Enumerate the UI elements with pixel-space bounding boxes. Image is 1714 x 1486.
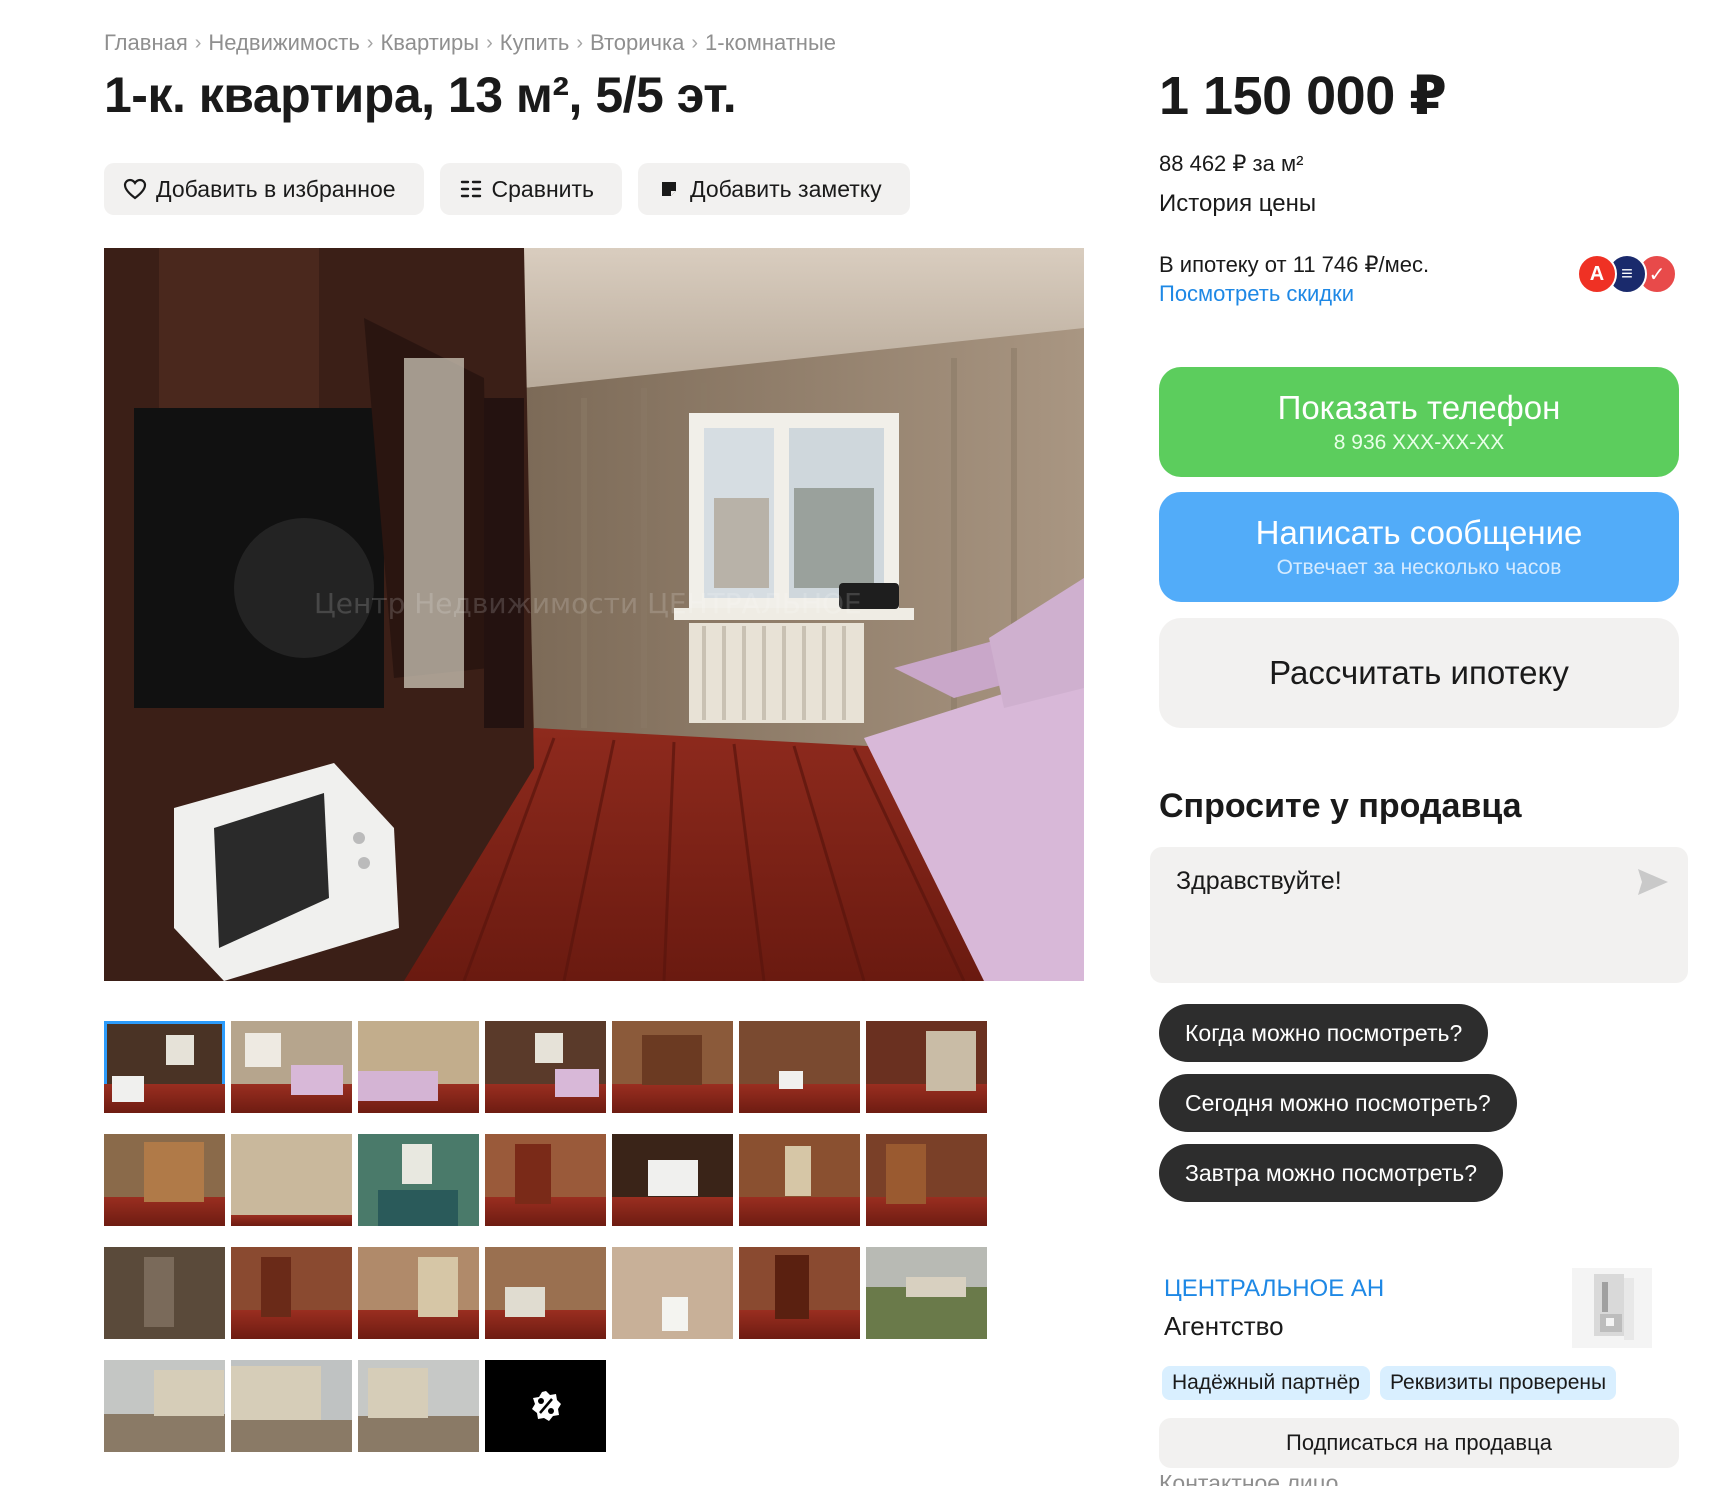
thumbnail[interactable]	[739, 1134, 860, 1226]
response-time-text: Отвечает за несколько часов	[1276, 556, 1562, 579]
thumbnail[interactable]	[739, 1021, 860, 1113]
breadcrumb-item-realty[interactable]: Недвижимость	[208, 30, 359, 56]
thumbnail[interactable]	[866, 1134, 987, 1226]
reliable-partner-badge: Надёжный партнёр	[1162, 1366, 1370, 1400]
thumbnail[interactable]	[104, 1021, 225, 1113]
heart-icon	[122, 176, 148, 202]
compare-label: Сравнить	[491, 175, 595, 202]
ask-seller-message-box[interactable]: Здравствуйте!	[1150, 847, 1688, 983]
verified-requisites-badge: Реквизиты проверены	[1379, 1366, 1617, 1400]
listing-actions: Добавить в избранное Сравнить Добавить з…	[104, 163, 910, 215]
message-input-text[interactable]: Здравствуйте!	[1176, 867, 1342, 896]
chevron-right-icon: ›	[576, 31, 584, 54]
thumbnail[interactable]	[231, 1134, 352, 1226]
thumbnail-row	[104, 1021, 1004, 1113]
thumbnail-grid	[104, 1021, 1004, 1473]
seller-type: Агентство	[1164, 1311, 1284, 1341]
alfa-bank-logo: A	[1577, 254, 1617, 294]
thumbnail[interactable]	[866, 1247, 987, 1339]
thumbnail-row	[104, 1134, 1004, 1226]
breadcrumb-item-one-room[interactable]: 1-комнатные	[705, 30, 836, 56]
watermark-text: Центр Недвижимости ЦЕНТРАЛЬНОЕ	[314, 587, 862, 620]
thumbnail[interactable]	[231, 1247, 352, 1339]
thumbnail[interactable]	[104, 1247, 225, 1339]
note-icon	[656, 176, 682, 202]
room-photo-image: Центр Недвижимости ЦЕНТРАЛЬНОЕ	[104, 248, 1084, 981]
thumbnail[interactable]	[358, 1021, 479, 1113]
contact-person-label: Контактное лицо	[1159, 1470, 1339, 1486]
thumbnail[interactable]	[739, 1247, 860, 1339]
send-icon[interactable]	[1636, 867, 1670, 897]
breadcrumb-item-apartments[interactable]: Квартиры	[380, 30, 479, 56]
page-title: 1-к. квартира, 13 м², 5/5 эт.	[104, 67, 737, 123]
show-phone-label: Показать телефон	[1277, 389, 1561, 426]
write-message-button[interactable]: Написать сообщение Отвечает за несколько…	[1159, 492, 1679, 602]
thumbnail[interactable]	[485, 1247, 606, 1339]
add-to-favorites-button[interactable]: Добавить в избранное	[104, 163, 424, 215]
subscribe-to-seller-button[interactable]: Подписаться на продавца	[1159, 1418, 1679, 1468]
breadcrumb: Главная › Недвижимость › Квартиры › Купи…	[104, 30, 836, 56]
price-per-m2: 88 462 ₽ за м²	[1159, 151, 1304, 176]
quick-question-chip[interactable]: Сегодня можно посмотреть?	[1159, 1074, 1517, 1132]
write-message-label: Написать сообщение	[1255, 514, 1583, 551]
thumbnail[interactable]	[358, 1360, 479, 1452]
thumbnail[interactable]	[612, 1021, 733, 1113]
mortgage-offer-text: В ипотеку от 11 746 ₽/мес.	[1159, 252, 1430, 277]
thumbnail[interactable]	[104, 1134, 225, 1226]
thumbnail[interactable]	[231, 1021, 352, 1113]
chevron-right-icon: ›	[486, 31, 493, 54]
thumbnail-row	[104, 1360, 1004, 1452]
chevron-right-icon: ›	[194, 31, 202, 54]
thumbnail[interactable]	[231, 1360, 352, 1452]
quick-question-chip[interactable]: Когда можно посмотреть?	[1159, 1004, 1489, 1062]
quick-questions: Когда можно посмотреть? Сегодня можно по…	[1159, 1004, 1517, 1214]
breadcrumb-item-buy[interactable]: Купить	[500, 30, 570, 56]
thumbnail[interactable]	[612, 1247, 733, 1339]
main-photo[interactable]: Центр Недвижимости ЦЕНТРАЛЬНОЕ	[104, 248, 1084, 981]
seller-name-link[interactable]: ЦЕНТРАЛЬНОЕ АН	[1164, 1275, 1384, 1303]
calculate-mortgage-button[interactable]: Рассчитать ипотеку	[1159, 618, 1679, 728]
seller-logo[interactable]	[1572, 1268, 1652, 1348]
chevron-right-icon: ›	[691, 31, 699, 54]
thumbnail[interactable]	[612, 1134, 733, 1226]
more-photos-button[interactable]	[485, 1360, 606, 1452]
phone-number-masked: 8 936 XXX-XX-XX	[1333, 431, 1505, 454]
compare-icon	[458, 176, 484, 202]
calculate-mortgage-label: Рассчитать ипотеку	[1269, 654, 1569, 691]
seller-badges: Надёжный партнёр Реквизиты проверены	[1162, 1366, 1617, 1400]
quick-question-chip[interactable]: Завтра можно посмотреть?	[1159, 1144, 1504, 1202]
price-history-link[interactable]: История цены	[1159, 190, 1316, 218]
key-logo-icon	[1594, 1274, 1634, 1340]
thumbnail[interactable]	[485, 1134, 606, 1226]
price-total: 1 150 000 ₽	[1159, 66, 1447, 126]
breadcrumb-item-secondary[interactable]: Вторичка	[590, 30, 684, 56]
percent-badge-icon	[531, 1391, 561, 1421]
thumbnail[interactable]	[358, 1134, 479, 1226]
add-to-favorites-label: Добавить в избранное	[156, 175, 396, 202]
breadcrumb-item-home[interactable]: Главная	[104, 30, 188, 56]
ask-seller-title: Спросите у продавца	[1159, 787, 1522, 825]
compare-button[interactable]: Сравнить	[439, 163, 623, 215]
add-note-label: Добавить заметку	[690, 175, 882, 202]
chevron-right-icon: ›	[366, 31, 374, 54]
show-phone-button[interactable]: Показать телефон 8 936 XXX-XX-XX	[1159, 367, 1679, 477]
add-note-button[interactable]: Добавить заметку	[638, 163, 910, 215]
thumbnail[interactable]	[104, 1360, 225, 1452]
thumbnail[interactable]	[358, 1247, 479, 1339]
bank-logos: A ≡ ✓	[1577, 254, 1679, 294]
view-discounts-link[interactable]: Посмотреть скидки	[1159, 281, 1354, 307]
thumbnail[interactable]	[866, 1021, 987, 1113]
thumbnail-row	[104, 1247, 1004, 1339]
thumbnail[interactable]	[485, 1021, 606, 1113]
